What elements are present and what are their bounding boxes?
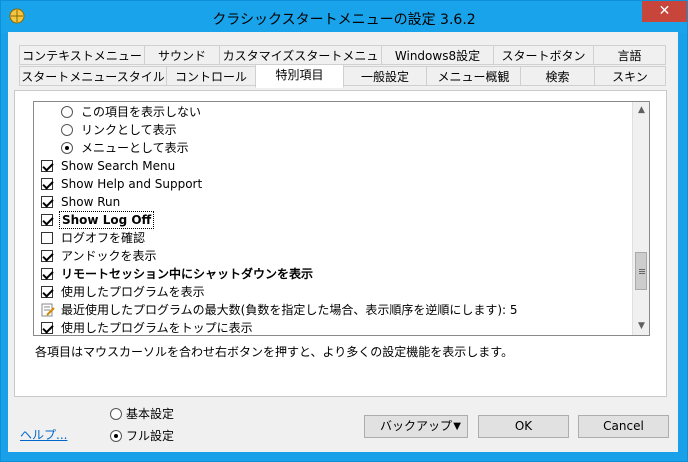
radio-button[interactable]	[110, 408, 122, 420]
checkbox[interactable]	[41, 214, 53, 226]
triangle-down-icon: ▼	[453, 421, 461, 432]
backup-button[interactable]: バックアップ ▼	[364, 415, 468, 438]
tab-special-items[interactable]: 特別項目	[255, 64, 344, 88]
list-item-label: リンクとして表示	[81, 123, 177, 137]
tab-language[interactable]: 言語	[593, 45, 666, 65]
tab-control[interactable]: コントロール	[166, 66, 256, 86]
list-item-label: Show Search Menu	[61, 159, 176, 173]
scroll-down-icon[interactable]: ▼	[633, 318, 649, 335]
grip-line	[639, 271, 645, 272]
window-title: クラシックスタートメニューの設定 3.6.2	[212, 12, 476, 28]
help-link[interactable]: ヘルプ...	[20, 426, 67, 443]
basic-settings-label: 基本設定	[126, 407, 175, 421]
edit-icon	[41, 303, 55, 317]
tab-skin[interactable]: スキン	[594, 66, 666, 86]
full-settings-label: フル設定	[126, 429, 175, 443]
checkbox[interactable]	[41, 232, 53, 244]
checkbox[interactable]	[41, 268, 53, 280]
tab-customize-start-menu[interactable]: カスタマイズスタートメニュー	[219, 45, 382, 83]
list-item-label: メニューとして表示	[81, 141, 189, 155]
checkbox[interactable]	[41, 178, 53, 190]
list-item-label: 最近使用したプログラムの最大数(負数を指定した場合、表示順序を逆順にします): …	[61, 303, 518, 317]
title-bar[interactable]: クラシックスタートメニューの設定 3.6.2 ✕	[1, 1, 687, 33]
vertical-scrollbar[interactable]: ▲ ▼	[632, 102, 649, 335]
list-item-label: リモートセッション中にシャットダウンを表示	[61, 267, 314, 281]
description-text: 各項目はマウスカーソルを合わせ右ボタンを押すと、より多くの設定機能を表示します。	[35, 345, 514, 359]
list-item-label: アンドックを表示	[61, 249, 157, 263]
close-button[interactable]: ✕	[642, 1, 687, 22]
tab-context-menu[interactable]: コンテキストメニュー	[19, 45, 145, 65]
list-item-label: Show Log Off	[59, 211, 155, 229]
grip-line	[639, 273, 645, 274]
checkbox[interactable]	[41, 250, 53, 262]
checkbox[interactable]	[41, 160, 53, 172]
tab-start-button[interactable]: スタートボタン	[493, 45, 594, 65]
tab-windows8[interactable]: Windows8設定	[381, 45, 494, 65]
checkbox[interactable]	[41, 286, 53, 298]
radio-button[interactable]	[110, 430, 122, 442]
list-item-label: Show Help and Support	[61, 177, 203, 191]
list-item-label: 使用したプログラムを表示	[61, 285, 205, 299]
tab-general[interactable]: 一般設定	[343, 66, 427, 86]
cancel-button[interactable]: Cancel	[578, 415, 669, 438]
grip-line	[639, 269, 645, 270]
backup-label: バックアップ	[379, 419, 452, 433]
list-item-label: この項目を表示しない	[81, 105, 202, 119]
checkbox[interactable]	[41, 322, 53, 334]
tab-start-menu-style[interactable]: スタートメニュースタイル	[19, 66, 167, 86]
list-item-label: Show Run	[61, 195, 121, 209]
settings-list[interactable]: この項目を表示しない リンクとして表示 メニューとして表示 Show Searc…	[33, 101, 650, 336]
radio-button[interactable]	[61, 106, 73, 118]
radio-button[interactable]	[61, 142, 73, 154]
tab-search[interactable]: 検索	[520, 66, 595, 86]
ok-button[interactable]: OK	[478, 415, 569, 438]
scroll-up-icon[interactable]: ▲	[633, 102, 649, 119]
radio-button[interactable]	[61, 124, 73, 136]
tab-sound[interactable]: サウンド	[144, 45, 220, 65]
scroll-thumb[interactable]	[635, 252, 647, 290]
tab-menu-look[interactable]: メニュー概観	[426, 66, 521, 86]
checkbox[interactable]	[41, 196, 53, 208]
list-item-label: 使用したプログラムをトップに表示	[61, 321, 253, 335]
list-item-label: ログオフを確認	[61, 231, 146, 245]
